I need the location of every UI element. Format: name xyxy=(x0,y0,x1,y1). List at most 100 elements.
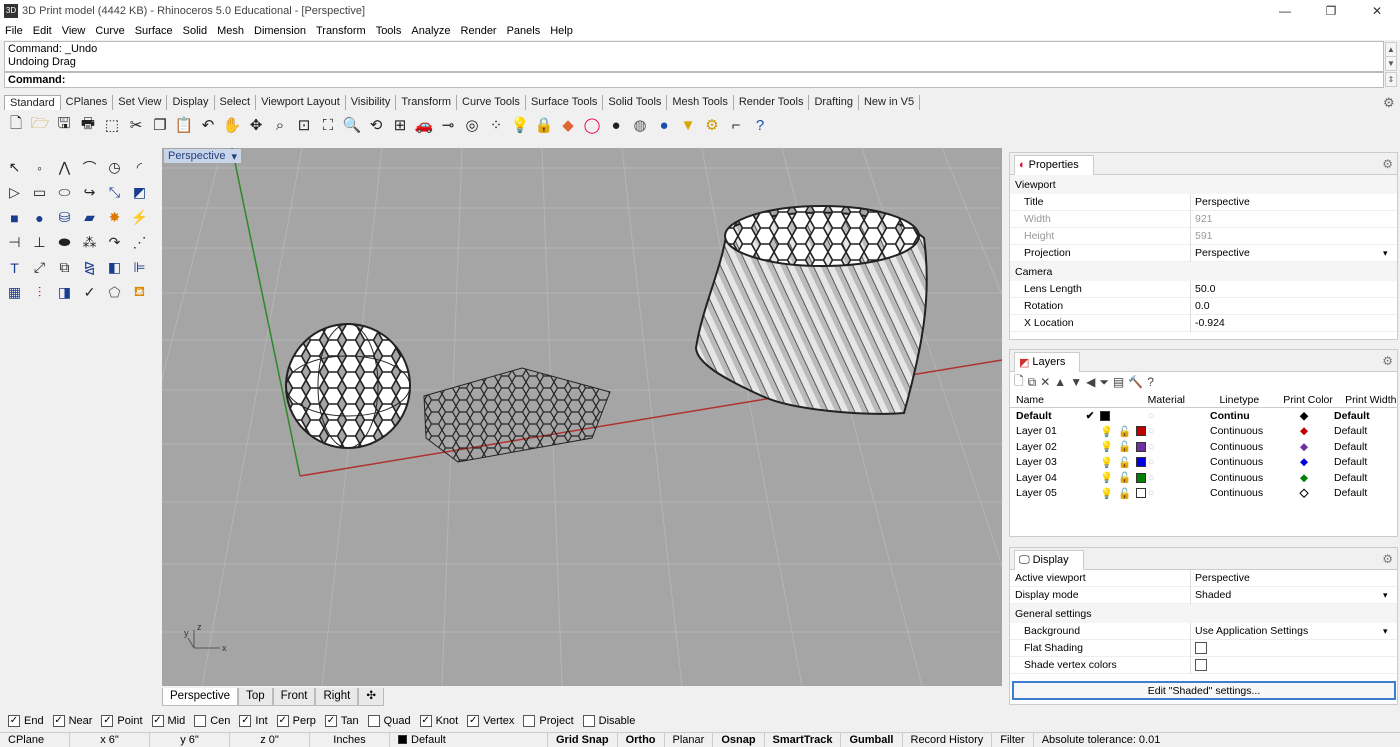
rendered-sphere-icon[interactable]: ◍ xyxy=(628,113,652,137)
menu-dimension[interactable]: Dimension xyxy=(249,25,311,37)
layer-material-icon[interactable]: ○ xyxy=(1148,441,1210,453)
tab-layers[interactable]: ◩ Layers xyxy=(1014,351,1081,372)
cut-icon[interactable]: ✂ xyxy=(124,113,148,137)
osnap-checkbox[interactable] xyxy=(523,715,536,727)
move-to-parent-icon[interactable]: ◀ xyxy=(1086,375,1095,389)
layer-row[interactable]: Default ✔ ○ Continu ◆ Default xyxy=(1010,408,1397,424)
box-solid-icon[interactable]: ■ xyxy=(2,205,27,230)
move-icon[interactable]: ⤢ xyxy=(27,255,52,280)
zoom-selected-icon[interactable]: 🔍 xyxy=(340,113,364,137)
render-sphere-blue-icon[interactable]: ● xyxy=(652,113,676,137)
save-icon[interactable]: 🖫 xyxy=(52,113,76,137)
status-cplane[interactable]: CPlane xyxy=(0,732,70,747)
group-icon[interactable]: ⁂ xyxy=(77,230,102,255)
point-edit-icon[interactable]: ⋰ xyxy=(127,230,152,255)
osnap-point[interactable]: ✓ Point xyxy=(101,715,143,727)
layer-row[interactable]: Layer 02 💡 🔓 ○ Continuous ◆ Default xyxy=(1010,439,1397,455)
display-settings-gear-icon[interactable]: ⚙ xyxy=(1382,552,1393,566)
menu-transform[interactable]: Transform xyxy=(311,25,371,37)
join-icon[interactable]: ⬬ xyxy=(52,230,77,255)
layer-material-icon[interactable]: ○ xyxy=(1148,456,1210,468)
osnap-int[interactable]: ✓ Int xyxy=(239,715,268,727)
analyze-icon[interactable]: ◨ xyxy=(52,280,77,305)
move-down-icon[interactable]: ▼ xyxy=(1070,375,1082,389)
tab-mesh-tools[interactable]: Mesh Tools xyxy=(667,95,734,110)
flat-shading-checkbox[interactable] xyxy=(1195,641,1207,654)
status-gumball[interactable]: Gumball xyxy=(841,732,903,747)
tab-viewport-right[interactable]: Right xyxy=(315,688,359,706)
viewport-menu-arrow-icon[interactable]: ▾ xyxy=(231,150,237,163)
osnap-checkbox[interactable] xyxy=(194,715,207,727)
tab-curve-tools[interactable]: Curve Tools xyxy=(457,95,526,110)
osnap-vertex[interactable]: ✓ Vertex xyxy=(467,715,514,727)
boolean-union-icon[interactable]: ✸ xyxy=(102,205,127,230)
close-button[interactable]: ✕ xyxy=(1354,0,1400,21)
layer-print-width[interactable]: Default xyxy=(1334,472,1384,484)
command-dropdown-icon[interactable]: ⇕ xyxy=(1385,72,1397,87)
osnap-points-icon[interactable]: ⁘ xyxy=(484,113,508,137)
polyline-icon[interactable]: ⋀ xyxy=(52,155,77,180)
menu-mesh[interactable]: Mesh xyxy=(212,25,249,37)
prop-projection-select[interactable]: Perspective xyxy=(1190,244,1383,262)
undo-view-icon[interactable]: ⟲ xyxy=(364,113,388,137)
dimension-ruler-icon[interactable]: ⊫ xyxy=(127,255,152,280)
layer-print-width[interactable]: Default xyxy=(1334,456,1384,468)
material-icon[interactable]: ◆ xyxy=(556,113,580,137)
menu-solid[interactable]: Solid xyxy=(178,25,212,37)
surface-from-curves-icon[interactable]: ◩ xyxy=(127,180,152,205)
layer-linetype[interactable]: Continuous xyxy=(1210,456,1274,468)
new-file-icon[interactable]: 🗋 xyxy=(4,113,28,137)
layer-print-color-diamond-icon[interactable]: ◆ xyxy=(1274,441,1334,453)
layer-row[interactable]: Layer 03 💡 🔓 ○ Continuous ◆ Default xyxy=(1010,455,1397,471)
rectangle-icon[interactable]: ▭ xyxy=(27,180,52,205)
layer-color-swatch[interactable] xyxy=(1136,457,1147,468)
layer-color-swatch[interactable] xyxy=(1136,426,1147,437)
osnap-checkbox[interactable]: ✓ xyxy=(276,715,289,727)
properties-bar-icon[interactable]: ⫶ xyxy=(27,280,52,305)
filter-icon[interactable]: ⏷ xyxy=(1099,375,1109,390)
layer-print-width[interactable]: Default xyxy=(1334,410,1384,422)
curve-icon[interactable]: ⌒ xyxy=(77,155,102,180)
explode-icon[interactable]: ⚡ xyxy=(127,205,152,230)
maximize-button[interactable]: ❐ xyxy=(1308,0,1354,21)
tab-new-in-v5[interactable]: New in V5 xyxy=(859,95,921,110)
osnap-end[interactable]: ✓ End xyxy=(8,715,44,727)
named-view-car-icon[interactable]: 🚗 xyxy=(412,113,436,137)
status-record-history[interactable]: Record History xyxy=(903,732,993,747)
check-icon[interactable]: ✓ xyxy=(77,280,102,305)
layer-tools-icon[interactable]: 🔨 xyxy=(1128,375,1143,389)
import-icon[interactable]: ⬚ xyxy=(100,113,124,137)
layer-lock-icon[interactable]: 🔓 xyxy=(1118,471,1131,484)
layer-row[interactable]: Layer 01 💡 🔓 ○ Continuous ◆ Default xyxy=(1010,424,1397,440)
osnap-checkbox[interactable]: ✓ xyxy=(8,715,20,727)
tab-visibility[interactable]: Visibility xyxy=(346,95,397,110)
layer-color-swatch[interactable] xyxy=(1136,488,1147,499)
layer-print-width[interactable]: Default xyxy=(1334,425,1384,437)
layer-material-icon[interactable]: ○ xyxy=(1148,472,1210,484)
tab-set-view[interactable]: Set View xyxy=(113,95,168,110)
status-planar[interactable]: Planar xyxy=(665,732,714,747)
menu-analyze[interactable]: Analyze xyxy=(406,25,455,37)
command-input[interactable]: Command: xyxy=(4,72,1384,88)
tab-solid-tools[interactable]: Solid Tools xyxy=(603,95,668,110)
tab-viewport-layout[interactable]: Viewport Layout xyxy=(256,95,346,110)
light-bulb-icon[interactable]: 💡 xyxy=(508,113,532,137)
tab-properties[interactable]: ◐ Properties xyxy=(1014,154,1094,175)
color-wheel-icon[interactable]: ◯ xyxy=(580,113,604,137)
menu-edit[interactable]: Edit xyxy=(28,25,57,37)
zoom-icon[interactable]: ⌕ xyxy=(268,113,292,137)
tab-display-panel[interactable]: 🖵 Display xyxy=(1014,549,1084,570)
polygon-icon[interactable]: ▷ xyxy=(2,180,27,205)
layer-print-width[interactable]: Default xyxy=(1334,487,1384,499)
prop-x-location-field[interactable]: -0.924 xyxy=(1190,314,1397,332)
cylinder-solid-icon[interactable]: ⛁ xyxy=(52,205,77,230)
layer-visible-bulb-icon[interactable]: 💡 xyxy=(1100,487,1113,500)
layer-print-color-diamond-icon[interactable]: ◆ xyxy=(1274,410,1334,422)
perspective-viewport[interactable]: x z y xyxy=(162,148,1002,686)
undo-icon[interactable]: ↶ xyxy=(196,113,220,137)
light-icon[interactable]: ▼ xyxy=(676,113,700,137)
render-bucket-icon[interactable]: ⛾ xyxy=(127,280,152,305)
target-icon[interactable]: ◎ xyxy=(460,113,484,137)
status-current-layer[interactable]: Default xyxy=(390,732,548,747)
osnap-project[interactable]: Project xyxy=(523,715,574,727)
